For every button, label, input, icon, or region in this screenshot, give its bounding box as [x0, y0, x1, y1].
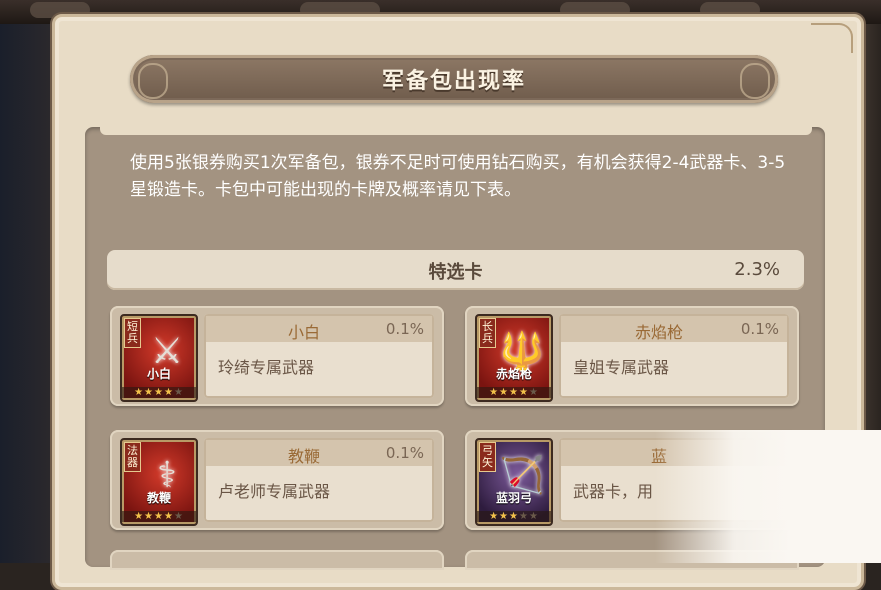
weapon-type-tag: 弓矢 [479, 442, 496, 472]
card-info: 教鞭 0.1% 卢老师专属武器 [204, 438, 434, 522]
banner-ornament-left [138, 63, 168, 99]
card-description: 皇姐专属武器 [573, 358, 670, 377]
weapon-card-thumbnail[interactable]: 短兵 ⚔ 小白 ★★★★★ [120, 314, 198, 402]
pack-description: 使用5张银券购买1次军备包，银券不足时可使用钻石购买，有机会获得2-4武器卡、3… [130, 153, 786, 200]
star-rating: ★★★★★ [477, 511, 551, 522]
glare-overlay [655, 430, 881, 563]
card-description: 武器卡，用 [573, 482, 654, 501]
card-rate: 0.1% [740, 320, 779, 338]
card-name: 赤焰枪 [634, 323, 683, 342]
card-description: 玲绮专属武器 [218, 358, 315, 377]
category-name: 特选卡 [428, 262, 483, 283]
card-info: 赤焰枪 0.1% 皇姐专属武器 [559, 314, 789, 398]
banner-ornament-right [740, 63, 770, 99]
weapon-card-thumbnail[interactable]: 长兵 🔱 赤焰枪 ★★★★★ [475, 314, 553, 402]
thumb-weapon-name: 教鞭 [146, 491, 171, 505]
card-name: 教鞭 [287, 447, 320, 466]
category-rate: 2.3% [734, 259, 780, 280]
panel-title: 军备包出现率 [381, 69, 526, 94]
card-rate: 0.1% [385, 444, 424, 462]
category-header: 特选卡 2.3% [107, 250, 804, 290]
thumb-weapon-name: 小白 [146, 367, 171, 381]
scroll-top-edge [100, 127, 812, 135]
card-item[interactable]: 法器 ⚕ 教鞭 ★★★★★ 教鞭 0.1% 卢老师专属武器 [110, 430, 444, 530]
card-rate: 0.1% [385, 320, 424, 338]
card-item-partial[interactable] [110, 550, 444, 570]
title-banner: 军备包出现率 [130, 55, 778, 103]
weapon-card-thumbnail[interactable]: 弓矢 🏹 蓝羽弓 ★★★★★ [475, 438, 553, 526]
star-rating: ★★★★★ [477, 387, 551, 398]
thumb-weapon-name: 蓝羽弓 [495, 491, 532, 505]
weapon-type-tag: 长兵 [479, 318, 496, 348]
star-rating: ★★★★★ [122, 511, 196, 522]
card-info: 小白 0.1% 玲绮专属武器 [204, 314, 434, 398]
corner-ornament [811, 23, 853, 53]
weapon-type-tag: 法器 [124, 442, 141, 472]
thumb-weapon-name: 赤焰枪 [495, 367, 532, 381]
card-item[interactable]: 短兵 ⚔ 小白 ★★★★★ 小白 0.1% 玲绮专属武器 [110, 306, 444, 406]
background-left [0, 24, 60, 563]
card-description: 卢老师专属武器 [218, 482, 331, 501]
star-rating: ★★★★★ [122, 387, 196, 398]
weapon-card-thumbnail[interactable]: 法器 ⚕ 教鞭 ★★★★★ [120, 438, 198, 526]
weapon-type-tag: 短兵 [124, 318, 141, 348]
card-name: 小白 [287, 323, 320, 342]
card-item[interactable]: 长兵 🔱 赤焰枪 ★★★★★ 赤焰枪 0.1% 皇姐专属武器 [465, 306, 799, 406]
